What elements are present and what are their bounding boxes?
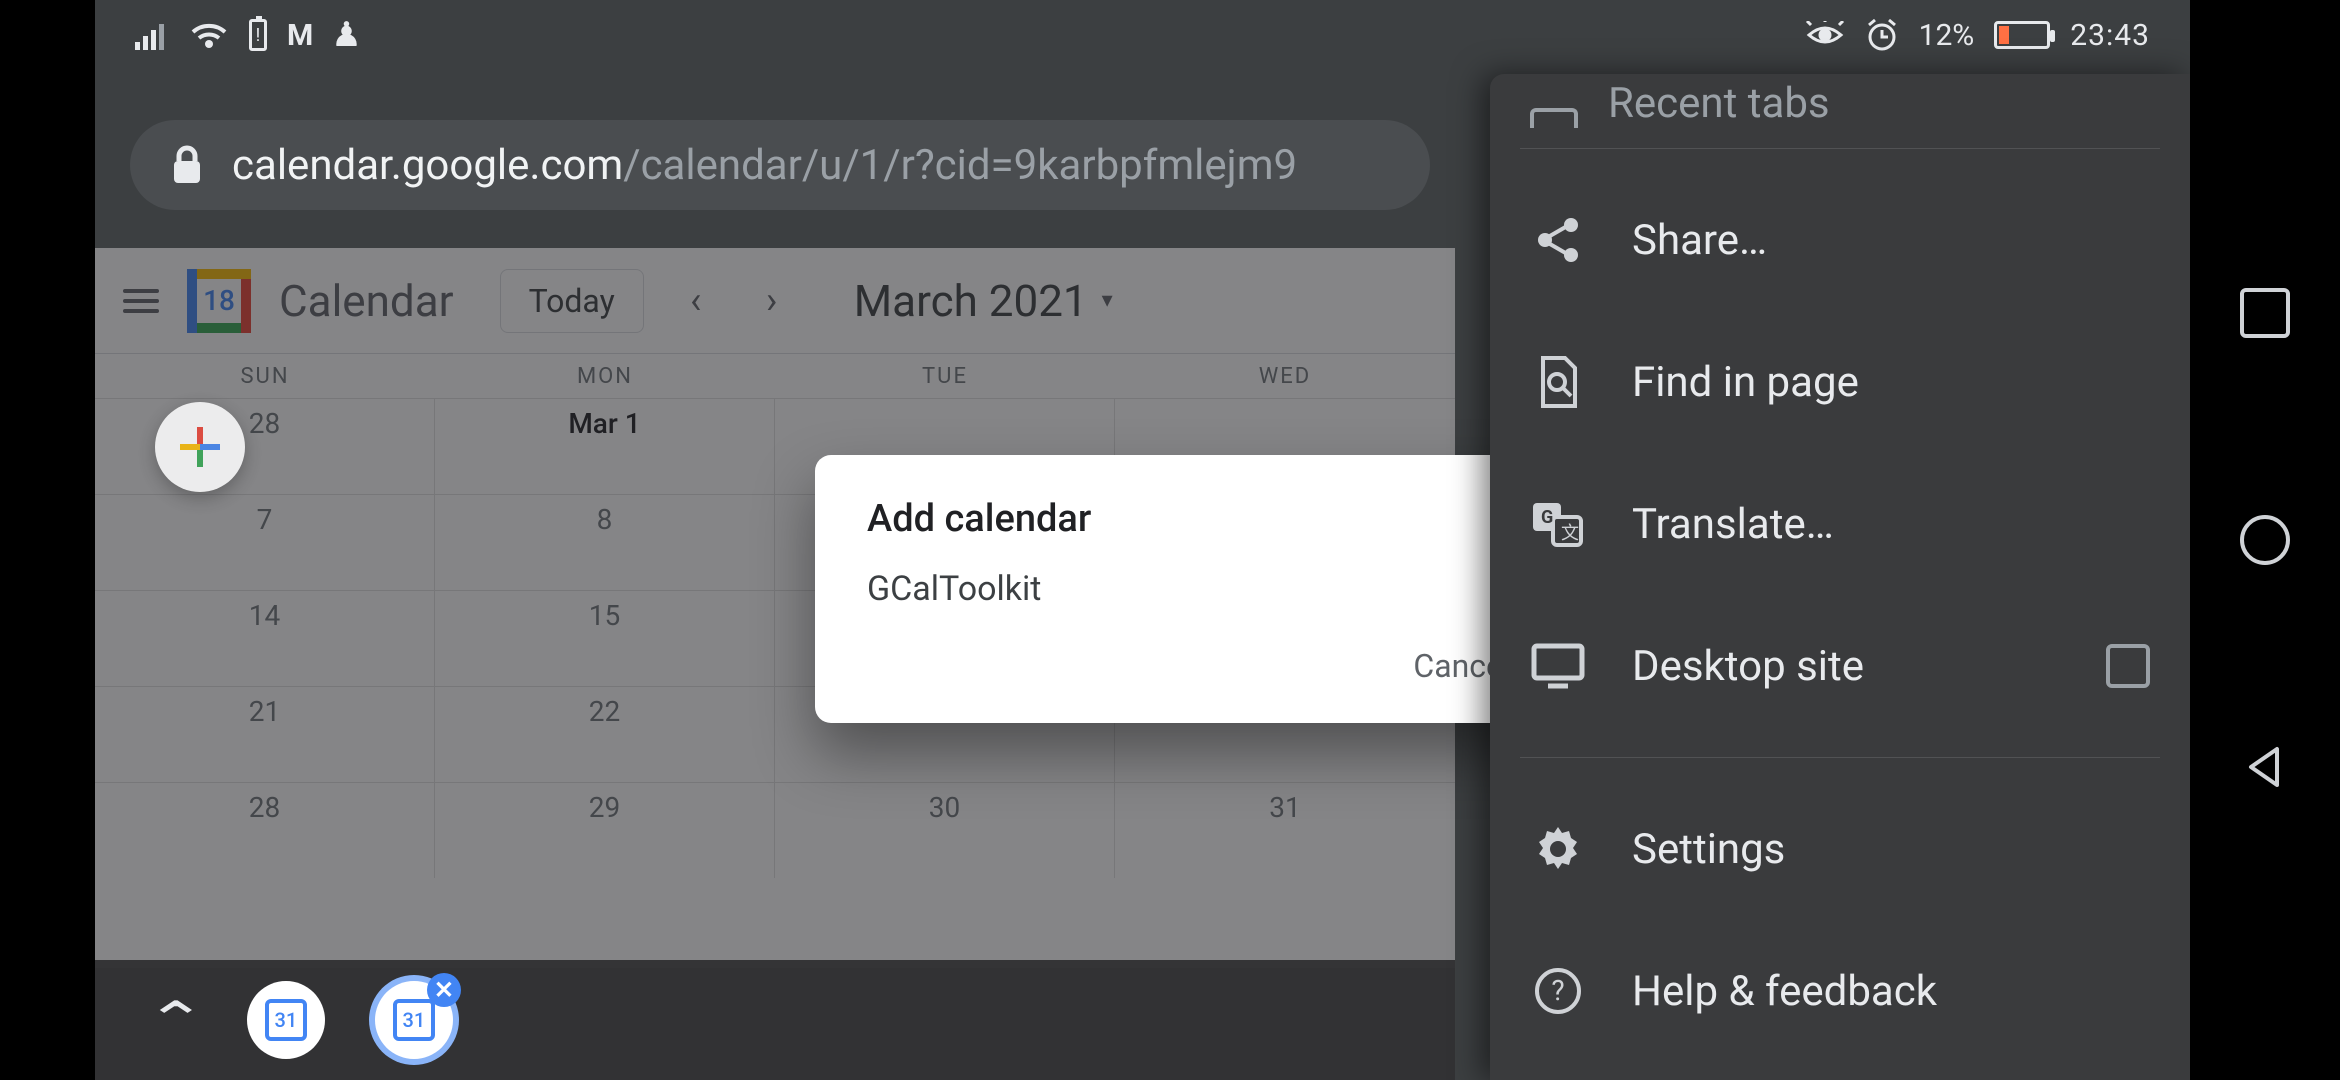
android-nav-bar (2190, 0, 2340, 1080)
translate-icon: G文 (1530, 496, 1586, 552)
gear-icon (1530, 821, 1586, 877)
menu-item-share[interactable]: Share… (1490, 169, 2190, 311)
desktop-site-checkbox[interactable] (2106, 644, 2150, 688)
browser-omnibox[interactable]: calendar.google.com/calendar/u/1/r?cid=9… (130, 120, 1430, 210)
menu-item-desktop-site[interactable]: Desktop site (1490, 595, 2190, 737)
app-chip-calendar[interactable]: 31 (247, 981, 325, 1059)
menu-item-recent-tabs[interactable]: Recent tabs (1490, 74, 2190, 128)
wifi-icon (189, 20, 229, 50)
signal-icon (135, 20, 169, 50)
battery-warning-icon: ! (249, 19, 267, 51)
menu-label: Share… (1632, 216, 1767, 265)
app-chip-calendar-active[interactable]: 31 ✕ (375, 981, 453, 1059)
svg-text:?: ? (1551, 974, 1564, 1007)
calendar-app-icon: 31 (265, 999, 307, 1041)
bottom-app-strip: ⌃ 31 31 ✕ (95, 960, 1455, 1080)
menu-label: Find in page (1632, 358, 1859, 407)
create-event-fab[interactable] (155, 402, 245, 492)
url-host: calendar.google.com (232, 141, 623, 190)
expand-strip-button[interactable]: ⌃ (145, 991, 208, 1050)
vpn-key-icon: ♟ (331, 15, 361, 55)
share-icon (1530, 212, 1586, 268)
menu-label: Help & feedback (1632, 967, 1937, 1016)
nav-back-button[interactable] (2240, 742, 2290, 792)
battery-percent: 12% (1919, 18, 1975, 53)
eye-icon (1805, 21, 1845, 49)
menu-label: Translate… (1632, 500, 1834, 549)
plus-icon (180, 427, 220, 467)
menu-label: Settings (1632, 825, 1785, 874)
battery-icon (1994, 21, 2050, 49)
nav-home-button[interactable] (2240, 515, 2290, 565)
menu-item-settings[interactable]: Settings (1490, 778, 2190, 920)
find-in-page-icon (1530, 354, 1586, 410)
url-path: /calendar/u/1/r?cid=9karbpfmlejm9 (623, 141, 1297, 190)
menu-divider (1520, 757, 2160, 758)
help-icon: ? (1530, 963, 1586, 1019)
menu-item-help[interactable]: ? Help & feedback (1490, 920, 2190, 1062)
lock-icon (170, 145, 204, 185)
desktop-icon (1530, 638, 1586, 694)
alarm-icon (1865, 18, 1899, 52)
svg-text:文: 文 (1561, 523, 1579, 544)
svg-text:G: G (1541, 507, 1553, 528)
recent-tabs-icon (1530, 108, 1578, 128)
menu-item-translate[interactable]: G文 Translate… (1490, 453, 2190, 595)
nav-recents-button[interactable] (2240, 288, 2290, 338)
android-status-bar: ! M ♟ 12% 23:43 (95, 0, 2190, 70)
close-chip-icon[interactable]: ✕ (427, 973, 461, 1007)
status-clock: 23:43 (2070, 18, 2150, 53)
gmail-icon: M (287, 18, 311, 53)
menu-divider (1520, 148, 2160, 149)
add-calendar-dialog: Add calendar GCalToolkit Cance (815, 455, 1555, 723)
calendar-app-icon: 31 (393, 999, 435, 1041)
dialog-body: GCalToolkit (867, 569, 1503, 609)
browser-overflow-menu: Recent tabs Share… Find in page G文 Trans… (1490, 74, 2190, 1080)
menu-label: Desktop site (1632, 642, 1864, 691)
dialog-title: Add calendar (867, 497, 1503, 541)
menu-item-find[interactable]: Find in page (1490, 311, 2190, 453)
menu-label: Recent tabs (1608, 79, 1830, 128)
url-text: calendar.google.com/calendar/u/1/r?cid=9… (232, 141, 1297, 190)
